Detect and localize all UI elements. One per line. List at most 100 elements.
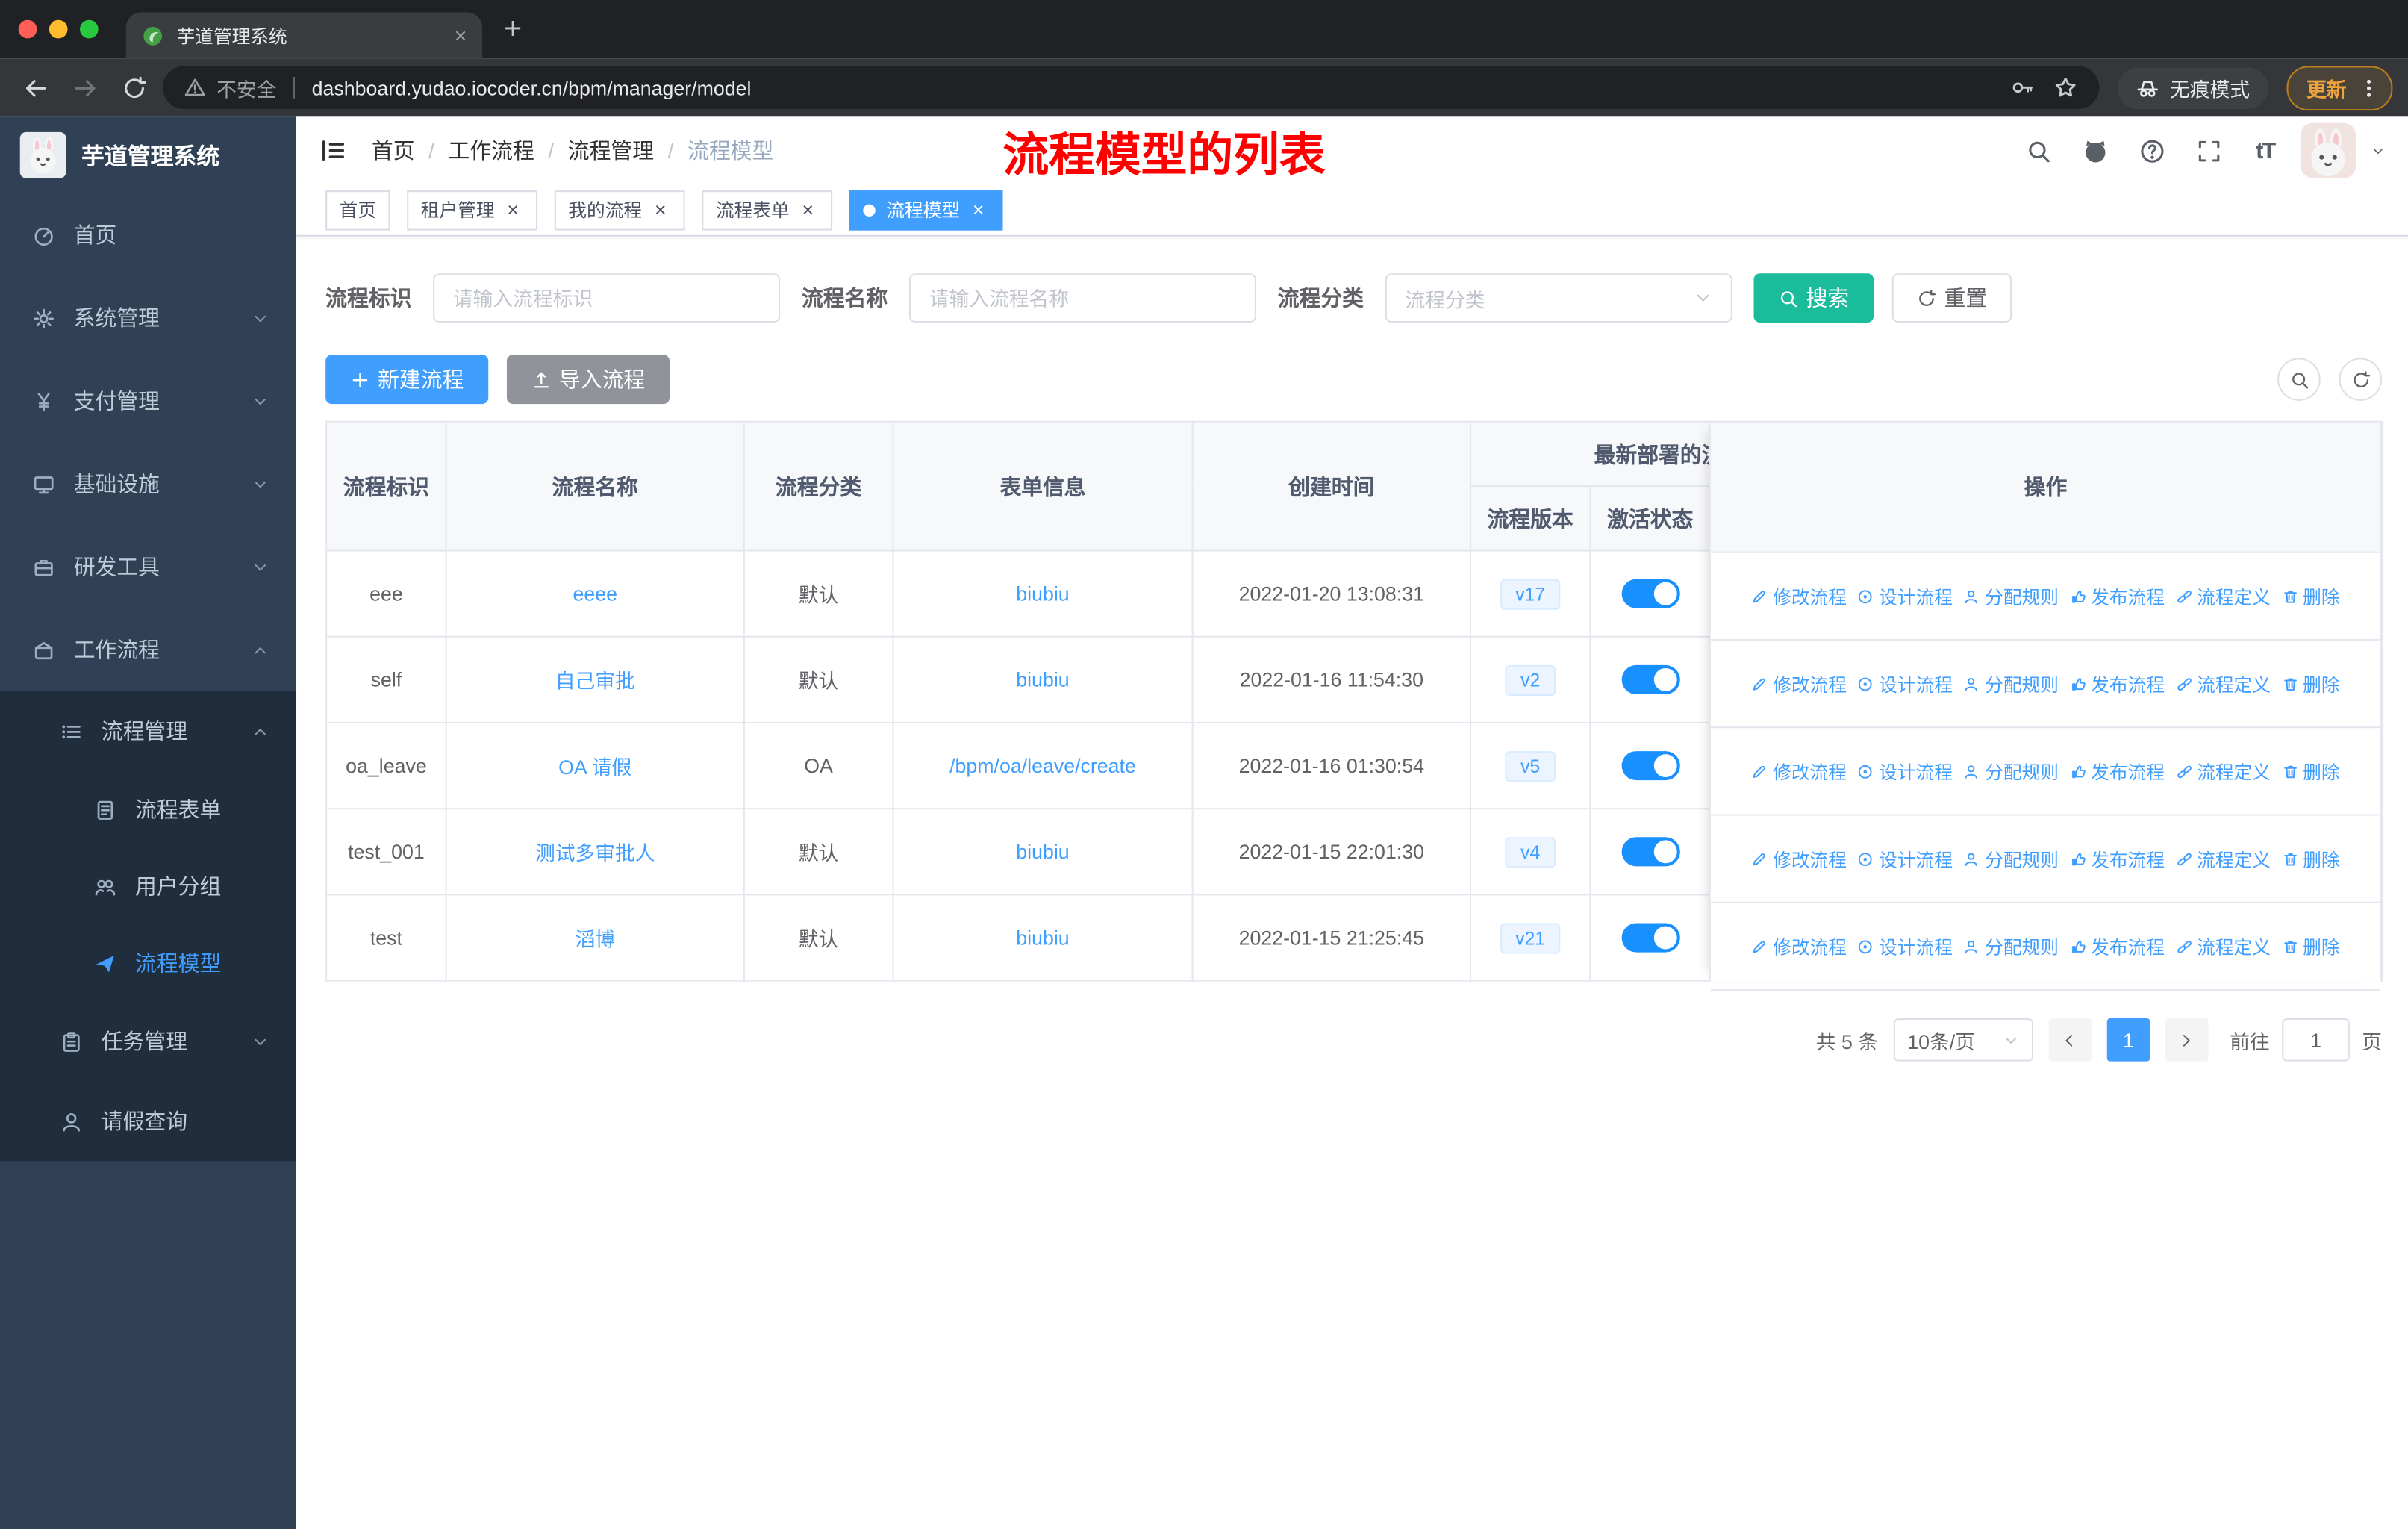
action-definition-link[interactable]: 流程定义 (2175, 670, 2271, 697)
version-badge[interactable]: v17 (1500, 578, 1561, 609)
zoom-window-button[interactable] (79, 19, 99, 39)
tag-item[interactable]: 首页 (325, 190, 390, 230)
security-warning-icon[interactable] (184, 77, 206, 99)
form-info-link[interactable]: biubiu (1016, 927, 1069, 950)
action-definition-link[interactable]: 流程定义 (2175, 846, 2271, 872)
action-definition-link[interactable]: 流程定义 (2175, 758, 2271, 784)
action-publish-link[interactable]: 发布流程 (2069, 583, 2165, 609)
process-name-input[interactable] (908, 273, 1256, 323)
avatar-caret-icon[interactable] (2371, 143, 2386, 158)
breadcrumb-item[interactable]: 流程管理 (568, 135, 654, 166)
sidebar-item-process-manage[interactable]: 流程管理 (0, 691, 297, 771)
tag-close-icon[interactable]: × (649, 198, 671, 221)
action-design-link[interactable]: 设计流程 (1857, 758, 1953, 784)
tag-item[interactable]: 流程模型 × (849, 190, 1003, 230)
process-name-link[interactable]: eeee (573, 582, 617, 605)
next-page-button[interactable] (2165, 1018, 2209, 1062)
action-design-link[interactable]: 设计流程 (1857, 933, 1953, 959)
active-toggle[interactable] (1621, 923, 1679, 953)
action-delete-link[interactable]: 删除 (2281, 670, 2340, 697)
action-assign-rule-link[interactable]: 分配规则 (1963, 758, 2059, 784)
github-icon[interactable] (2075, 131, 2115, 170)
close-window-button[interactable] (18, 19, 37, 39)
tag-item[interactable]: 租户管理 × (407, 190, 538, 230)
tag-item[interactable]: 我的流程 × (554, 190, 685, 230)
active-toggle[interactable] (1621, 579, 1679, 608)
reset-button[interactable]: 重置 (1891, 273, 2012, 323)
sidebar-item-devtools[interactable]: 研发工具 (0, 526, 296, 608)
fullscreen-icon[interactable] (2189, 131, 2228, 170)
reload-button[interactable] (113, 68, 153, 108)
import-process-button[interactable]: 导入流程 (506, 355, 670, 405)
process-name-link[interactable]: 滔博 (575, 928, 615, 951)
tag-close-icon[interactable]: × (967, 198, 989, 221)
refresh-table-button[interactable] (2339, 358, 2383, 401)
avatar[interactable] (2300, 122, 2356, 178)
version-badge[interactable]: v2 (1505, 664, 1556, 695)
sidebar-item-system[interactable]: 系统管理 (0, 276, 296, 359)
active-toggle[interactable] (1621, 751, 1679, 781)
action-publish-link[interactable]: 发布流程 (2069, 758, 2165, 784)
action-delete-link[interactable]: 删除 (2281, 758, 2340, 784)
sidebar-item-home[interactable]: 首页 (0, 193, 296, 276)
breadcrumb-item[interactable]: 工作流程 (449, 135, 534, 166)
tag-item[interactable]: 流程表单 × (702, 190, 833, 230)
action-definition-link[interactable]: 流程定义 (2175, 933, 2271, 959)
forward-button[interactable] (64, 68, 104, 108)
sidebar-item-task-manage[interactable]: 任务管理 (0, 1001, 297, 1082)
font-size-icon[interactable]: tT (2245, 131, 2285, 170)
action-modify-link[interactable]: 修改流程 (1751, 933, 1847, 959)
action-definition-link[interactable]: 流程定义 (2175, 583, 2271, 609)
process-name-link[interactable]: 自己审批 (555, 670, 635, 693)
sidebar-item-user-group[interactable]: 用户分组 (0, 847, 297, 925)
bookmark-star-icon[interactable] (2053, 75, 2078, 100)
action-design-link[interactable]: 设计流程 (1857, 583, 1953, 609)
action-design-link[interactable]: 设计流程 (1857, 670, 1953, 697)
breadcrumb-item[interactable]: 首页 (372, 135, 415, 166)
form-info-link[interactable]: biubiu (1016, 668, 1069, 691)
help-icon[interactable] (2132, 131, 2171, 170)
sidebar-item-infrastructure[interactable]: 基础设施 (0, 443, 296, 526)
search-button[interactable]: 搜索 (1753, 273, 1874, 323)
goto-page-input[interactable] (2282, 1018, 2350, 1062)
prev-page-button[interactable] (2048, 1018, 2092, 1062)
toggle-search-button[interactable] (2277, 358, 2321, 401)
form-info-link[interactable]: biubiu (1016, 582, 1069, 605)
action-publish-link[interactable]: 发布流程 (2069, 846, 2165, 872)
page-size-select[interactable]: 10条/页 (1893, 1018, 2033, 1062)
tag-close-icon[interactable]: × (502, 198, 524, 221)
form-info-link[interactable]: biubiu (1016, 840, 1069, 863)
version-badge[interactable]: v21 (1500, 922, 1561, 953)
action-design-link[interactable]: 设计流程 (1857, 846, 1953, 872)
back-button[interactable] (16, 68, 55, 108)
version-badge[interactable]: v5 (1505, 750, 1556, 782)
search-icon[interactable] (2018, 131, 2057, 170)
process-name-link[interactable]: OA 请假 (558, 756, 631, 779)
action-assign-rule-link[interactable]: 分配规则 (1963, 846, 2059, 872)
action-assign-rule-link[interactable]: 分配规则 (1963, 933, 2059, 959)
create-process-button[interactable]: 新建流程 (325, 355, 489, 405)
active-toggle[interactable] (1621, 837, 1679, 867)
form-info-link[interactable]: /bpm/oa/leave/create (949, 754, 1136, 777)
update-button[interactable]: 更新 (2286, 65, 2393, 110)
active-toggle[interactable] (1621, 664, 1679, 694)
page-1-button[interactable]: 1 (2106, 1018, 2150, 1062)
sidebar-item-process-model[interactable]: 流程模型 (0, 924, 297, 1002)
sidebar-toggle-button[interactable] (319, 137, 347, 164)
sidebar-item-payment[interactable]: 支付管理 (0, 359, 296, 442)
tab-close-icon[interactable]: × (455, 25, 467, 46)
version-badge[interactable]: v4 (1505, 836, 1556, 868)
new-tab-button[interactable]: + (491, 7, 534, 51)
action-delete-link[interactable]: 删除 (2281, 846, 2340, 872)
action-modify-link[interactable]: 修改流程 (1751, 758, 1847, 784)
sidebar-item-leave-query[interactable]: 请假查询 (0, 1081, 297, 1162)
action-assign-rule-link[interactable]: 分配规则 (1963, 670, 2059, 697)
action-modify-link[interactable]: 修改流程 (1751, 846, 1847, 872)
category-select[interactable]: 流程分类 (1385, 273, 1732, 323)
address-bar[interactable]: 不安全 dashboard.yudao.iocoder.cn/bpm/manag… (163, 66, 2100, 110)
action-assign-rule-link[interactable]: 分配规则 (1963, 583, 2059, 609)
sidebar-item-workflow[interactable]: 工作流程 (0, 608, 296, 691)
process-name-link[interactable]: 测试多审批人 (535, 841, 655, 865)
process-key-input[interactable] (433, 273, 781, 323)
action-delete-link[interactable]: 删除 (2281, 583, 2340, 609)
